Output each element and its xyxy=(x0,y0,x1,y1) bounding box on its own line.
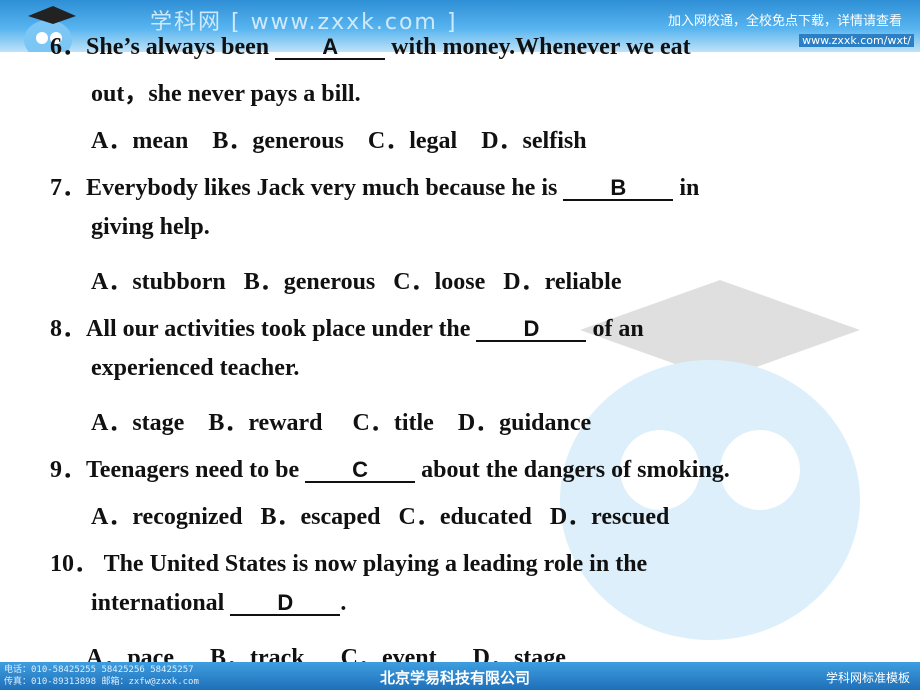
footer-template: 学科网标准模板 xyxy=(825,671,910,685)
question-text: with money.Whenever we eat xyxy=(385,34,691,60)
answer: B xyxy=(610,175,627,200)
question-8-options: A．stage B．reward C．title D．guidance xyxy=(91,410,592,436)
question-10-cont: international D. xyxy=(91,590,346,617)
question-6-cont: out，she never pays a bill. xyxy=(91,81,361,107)
question-text: of an xyxy=(586,316,644,342)
question-9-options: A．recognized B．escaped C．educated D．resc… xyxy=(91,504,670,530)
question-number: 10． xyxy=(50,551,98,577)
question-text: Teenagers need to be xyxy=(86,457,306,483)
question-number: 7． xyxy=(50,175,86,201)
question-text: international xyxy=(91,590,231,616)
answer-blank: D xyxy=(476,316,587,342)
footer-phone: 电话：010-58425255 58425256 58425257 xyxy=(4,665,194,675)
question-9: 9．Teenagers need to be C about the dange… xyxy=(50,449,730,484)
question-number: 6． xyxy=(50,34,86,60)
promo-link[interactable]: www.zxxk.com/wxt/ xyxy=(799,34,914,47)
answer-blank: A xyxy=(275,34,386,60)
question-number: 8． xyxy=(50,316,86,342)
question-8: 8．All our activities took place under th… xyxy=(50,308,644,343)
question-text: . xyxy=(340,590,347,616)
question-text: All our activities took place under the xyxy=(86,316,477,342)
question-8-cont: experienced teacher. xyxy=(91,355,300,381)
question-text: Everybody likes Jack very much because h… xyxy=(86,175,564,201)
question-text: about the dangers of smoking. xyxy=(415,457,730,483)
footer-company: 北京学易科技有限公司 xyxy=(380,669,531,687)
question-text: She’s always been xyxy=(86,34,276,60)
answer: D xyxy=(277,590,294,615)
footer-fax: 传真：010-89313898 邮箱：zxfw@zxxk.com xyxy=(4,677,199,687)
answer: A xyxy=(322,34,339,59)
answer-blank: C xyxy=(305,457,416,483)
promo-text: 加入网校通，全校免点下载，详情请查看 xyxy=(667,14,902,29)
question-number: 9． xyxy=(50,457,86,483)
question-text: in xyxy=(673,175,700,201)
question-6: 6．She’s always been A with money.Wheneve… xyxy=(50,26,691,61)
answer: D xyxy=(523,316,540,341)
question-10: 10． The United States is now playing a l… xyxy=(50,543,647,578)
question-6-options: A．mean B．generous C．legal D．selfish xyxy=(91,128,587,154)
question-text: The United States is now playing a leadi… xyxy=(98,551,648,577)
question-7-options: A．stubborn B．generous C．loose D．reliable xyxy=(91,269,622,295)
answer: C xyxy=(352,457,369,482)
question-7-cont: giving help. xyxy=(91,214,210,240)
question-7: 7．Everybody likes Jack very much because… xyxy=(50,167,699,202)
footer-banner: 电话：010-58425255 58425256 58425257 传真：010-… xyxy=(0,662,920,690)
answer-blank: D xyxy=(230,590,341,616)
answer-blank: B xyxy=(563,175,674,201)
